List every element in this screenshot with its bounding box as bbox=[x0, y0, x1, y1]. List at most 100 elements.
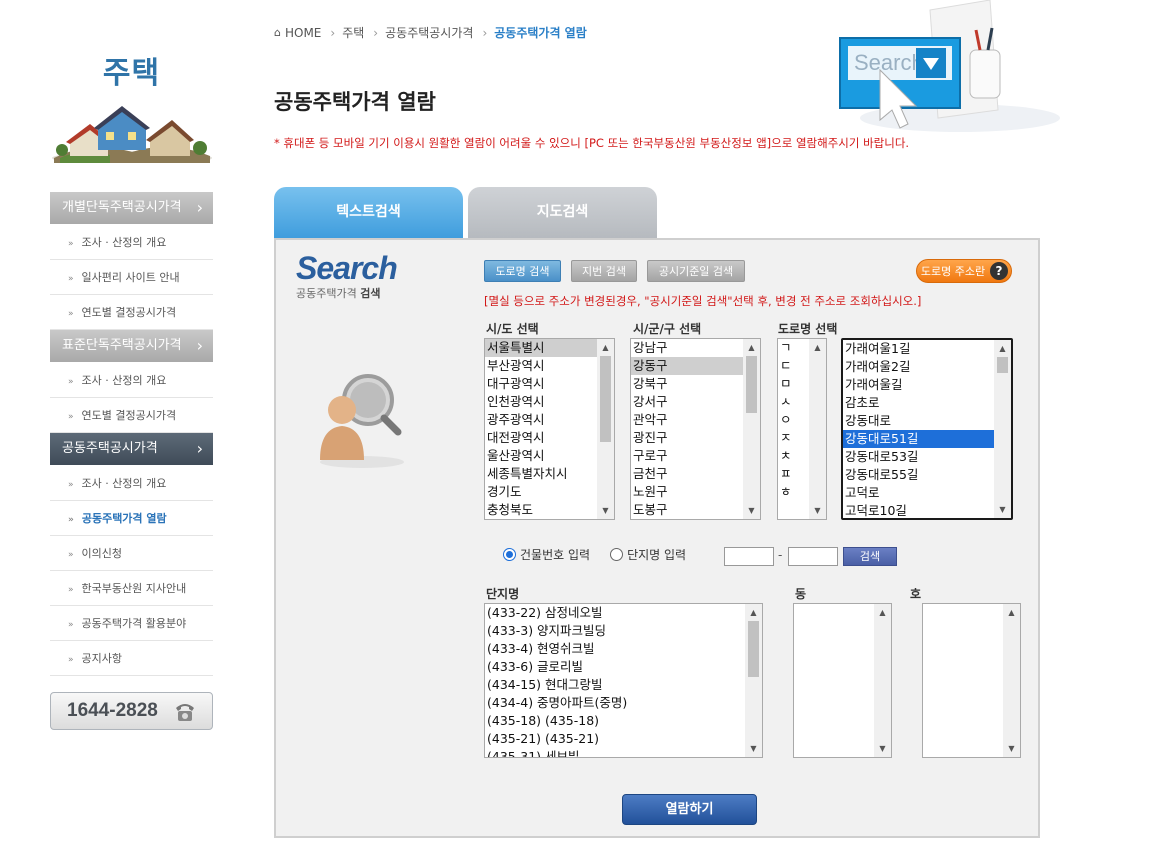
submenu-item-active[interactable]: » 공동주택가격 열람 bbox=[50, 501, 213, 536]
sigungu-select[interactable]: 강남구 강동구 강북구 강서구 관악구 광진구 구로구 금천구 노원구 도봉구 … bbox=[630, 338, 761, 520]
list-item[interactable]: (435-18) (435-18) bbox=[485, 712, 762, 730]
menu-individual-house-price[interactable]: 개별단독주택공시가격 › bbox=[50, 192, 213, 224]
list-item[interactable]: 강북구 bbox=[631, 375, 760, 393]
submenu-item[interactable]: » 한국부동산원 지사안내 bbox=[50, 571, 213, 606]
list-item[interactable]: 인천광역시 bbox=[485, 393, 614, 411]
list-item[interactable]: 경기도 bbox=[485, 483, 614, 501]
list-item[interactable]: 강동구 bbox=[631, 357, 760, 375]
breadcrumb-item[interactable]: 공동주택공시가격 bbox=[385, 24, 473, 41]
scroll-up-icon[interactable]: ▲ bbox=[994, 340, 1011, 357]
submenu-item[interactable]: » 연도별 결정공시가격 bbox=[50, 295, 213, 330]
ho-select[interactable]: ▲ ▼ bbox=[922, 603, 1021, 758]
list-item[interactable]: (435-31) 세보빌 bbox=[485, 748, 762, 757]
scroll-down-icon[interactable]: ▼ bbox=[1003, 740, 1020, 757]
view-price-button[interactable]: 열람하기 bbox=[622, 794, 757, 825]
list-item[interactable]: 광진구 bbox=[631, 429, 760, 447]
list-item[interactable]: 강동대로55길 bbox=[843, 466, 1011, 484]
list-item[interactable]: 금천구 bbox=[631, 465, 760, 483]
menu-standard-house-price[interactable]: 표준단독주택공시가격 › bbox=[50, 330, 213, 362]
submenu-item[interactable]: » 공동주택가격 활용분야 bbox=[50, 606, 213, 641]
scroll-up-icon[interactable]: ▲ bbox=[743, 339, 760, 356]
scroll-down-icon[interactable]: ▼ bbox=[597, 502, 614, 519]
list-item[interactable]: 구로구 bbox=[631, 447, 760, 465]
list-item[interactable]: 가래여울2길 bbox=[843, 358, 1011, 376]
list-item[interactable]: 가래여울1길 bbox=[843, 340, 1011, 358]
submenu-item[interactable]: » 조사 · 산정의 개요 bbox=[50, 363, 213, 398]
submenu-item[interactable]: » 공지사항 bbox=[50, 641, 213, 676]
list-item[interactable]: 관악구 bbox=[631, 411, 760, 429]
list-item[interactable]: (434-4) 중명아파트(중명) bbox=[485, 694, 762, 712]
scroll-up-icon[interactable]: ▲ bbox=[745, 604, 762, 621]
list-item[interactable]: 강동대로51길 bbox=[843, 430, 1011, 448]
scrollbar[interactable]: ▲ ▼ bbox=[1003, 604, 1020, 757]
road-name-search-button[interactable]: 도로명 검색 bbox=[484, 260, 561, 282]
tab-map-search[interactable]: 지도검색 bbox=[468, 187, 657, 238]
submenu-item[interactable]: » 이의신청 bbox=[50, 536, 213, 571]
scrollbar[interactable]: ▲ ▼ bbox=[745, 604, 762, 757]
scroll-thumb[interactable] bbox=[600, 356, 611, 442]
submenu-item[interactable]: » 조사 · 산정의 개요 bbox=[50, 466, 213, 501]
list-item[interactable]: 노원구 bbox=[631, 483, 760, 501]
scrollbar[interactable]: ▲ ▼ bbox=[809, 339, 826, 519]
radio-complex-name[interactable] bbox=[610, 548, 624, 561]
scroll-up-icon[interactable]: ▲ bbox=[597, 339, 614, 356]
submenu-item[interactable]: » 일사편리 사이트 안내 bbox=[50, 260, 213, 295]
list-item[interactable]: (433-6) 글로리빌 bbox=[485, 658, 762, 676]
building-number-main-input[interactable] bbox=[724, 547, 774, 566]
list-item[interactable]: 가래여울길 bbox=[843, 376, 1011, 394]
scrollbar[interactable]: ▲ ▼ bbox=[597, 339, 614, 519]
list-item[interactable]: 감초로 bbox=[843, 394, 1011, 412]
list-item[interactable]: 강동대로 bbox=[843, 412, 1011, 430]
list-item[interactable]: (434-15) 현대그랑빌 bbox=[485, 676, 762, 694]
radio-building-number[interactable] bbox=[503, 548, 516, 561]
breadcrumb-item[interactable]: 주택 bbox=[342, 24, 364, 41]
scroll-thumb[interactable] bbox=[997, 357, 1008, 373]
scrollbar[interactable]: ▲ ▼ bbox=[874, 604, 891, 757]
scroll-thumb[interactable] bbox=[748, 621, 759, 677]
breadcrumb-home[interactable]: HOME bbox=[285, 26, 321, 40]
list-item[interactable]: 부산광역시 bbox=[485, 357, 614, 375]
building-number-sub-input[interactable] bbox=[788, 547, 838, 566]
scroll-down-icon[interactable]: ▼ bbox=[809, 502, 826, 519]
scroll-down-icon[interactable]: ▼ bbox=[994, 501, 1011, 518]
submenu-item[interactable]: » 조사 · 산정의 개요 bbox=[50, 225, 213, 260]
scroll-down-icon[interactable]: ▼ bbox=[743, 502, 760, 519]
search-button[interactable]: 검색 bbox=[843, 547, 897, 566]
scroll-up-icon[interactable]: ▲ bbox=[874, 604, 891, 621]
list-item[interactable]: (433-4) 현영쉬크빌 bbox=[485, 640, 762, 658]
sido-select[interactable]: 서울특별시 부산광역시 대구광역시 인천광역시 광주광역시 대전광역시 울산광역… bbox=[484, 338, 615, 520]
road-address-help-button[interactable]: 도로명 주소란 ? bbox=[916, 259, 1012, 283]
list-item[interactable]: 고덕로 bbox=[843, 484, 1011, 502]
road-initial-select[interactable]: ㄱ ㄷ ㅁ ㅅ ㅇ ㅈ ㅊ ㅍ ㅎ ▲ ▼ bbox=[777, 338, 827, 520]
dong-select[interactable]: ▲ ▼ bbox=[793, 603, 892, 758]
tab-text-search[interactable]: 텍스트검색 bbox=[274, 187, 463, 238]
list-item[interactable]: 대구광역시 bbox=[485, 375, 614, 393]
scroll-up-icon[interactable]: ▲ bbox=[1003, 604, 1020, 621]
complex-select[interactable]: (433-22) 삼정네오빌 (433-3) 양지파크빌딩 (433-4) 현영… bbox=[484, 603, 763, 758]
list-item[interactable]: 도봉구 bbox=[631, 501, 760, 519]
list-item[interactable]: (433-22) 삼정네오빌 bbox=[485, 604, 762, 622]
scroll-down-icon[interactable]: ▼ bbox=[874, 740, 891, 757]
lot-number-search-button[interactable]: 지번 검색 bbox=[571, 260, 637, 282]
list-item[interactable]: (433-3) 양지파크빌딩 bbox=[485, 622, 762, 640]
list-item[interactable]: (435-21) (435-21) bbox=[485, 730, 762, 748]
list-item[interactable]: 대전광역시 bbox=[485, 429, 614, 447]
scrollbar[interactable]: ▲ ▼ bbox=[743, 339, 760, 519]
road-name-select[interactable]: 가래여울1길 가래여울2길 가래여울길 감초로 강동대로 강동대로51길 강동대… bbox=[841, 338, 1013, 520]
list-item[interactable]: 광주광역시 bbox=[485, 411, 614, 429]
list-item[interactable]: 충청북도 bbox=[485, 501, 614, 519]
submenu-item[interactable]: » 연도별 결정공시가격 bbox=[50, 398, 213, 433]
list-item[interactable]: 고덕로10길 bbox=[843, 502, 1011, 518]
list-item[interactable]: 강남구 bbox=[631, 339, 760, 357]
list-item[interactable]: 강동대로53길 bbox=[843, 448, 1011, 466]
list-item[interactable]: 울산광역시 bbox=[485, 447, 614, 465]
scroll-down-icon[interactable]: ▼ bbox=[745, 740, 762, 757]
list-item[interactable]: 강서구 bbox=[631, 393, 760, 411]
list-item[interactable]: 서울특별시 bbox=[485, 339, 614, 357]
notice-date-search-button[interactable]: 공시기준일 검색 bbox=[647, 260, 745, 282]
scroll-thumb[interactable] bbox=[746, 356, 757, 413]
menu-apartment-price[interactable]: 공동주택공시가격 › bbox=[50, 433, 213, 465]
scroll-up-icon[interactable]: ▲ bbox=[809, 339, 826, 356]
scrollbar[interactable]: ▲ ▼ bbox=[994, 340, 1011, 518]
list-item[interactable]: 세종특별자치시 bbox=[485, 465, 614, 483]
